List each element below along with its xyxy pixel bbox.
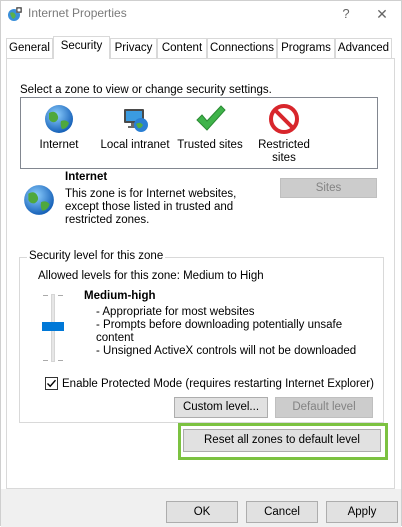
detail-line: - Unsigned ActiveX controls will not be … — [96, 345, 357, 357]
tab-advanced[interactable]: Advanced — [335, 38, 392, 58]
zone-label: Restricted — [258, 139, 310, 151]
help-button[interactable]: ? — [331, 3, 361, 25]
cancel-button[interactable]: Cancel — [246, 501, 318, 523]
custom-level-button[interactable]: Custom level... — [174, 397, 268, 418]
tab-connections[interactable]: Connections — [207, 38, 277, 58]
checkmark-icon — [196, 105, 226, 131]
security-level-details: - Appropriate for most websites - Prompt… — [96, 306, 366, 358]
checkmark-icon — [47, 379, 57, 388]
zone-label: Trusted sites — [177, 139, 243, 151]
description-line: restricted zones. — [65, 214, 150, 226]
ok-button[interactable]: OK — [166, 501, 238, 523]
tab-programs[interactable]: Programs — [277, 38, 335, 58]
selected-zone-name: Internet — [65, 171, 108, 183]
zone-list: Internet Local intranet Trusted sites Re… — [20, 97, 378, 169]
slider-tick — [58, 295, 63, 296]
restricted-icon — [269, 104, 299, 134]
security-level-slider-thumb[interactable] — [42, 322, 64, 331]
globe-icon — [24, 185, 54, 215]
detail-line: content — [96, 332, 134, 344]
zone-label: Local intranet — [100, 139, 170, 151]
tab-security[interactable]: Security — [53, 36, 110, 59]
tab-content[interactable]: Content — [157, 38, 207, 58]
zone-prompt: Select a zone to view or change security… — [20, 84, 272, 96]
detail-line: - Prompts before downloading potentially… — [96, 319, 343, 331]
slider-tick — [58, 360, 63, 361]
internet-properties-dialog: Internet Properties ? ✕ General Security… — [0, 0, 402, 527]
protected-mode-row[interactable]: Enable Protected Mode (requires restarti… — [45, 377, 374, 390]
zone-label: sites — [272, 152, 296, 164]
globe-icon — [45, 105, 73, 133]
reset-all-zones-button[interactable]: Reset all zones to default level — [183, 429, 381, 452]
close-button[interactable]: ✕ — [367, 3, 397, 25]
tab-privacy[interactable]: Privacy — [110, 38, 157, 58]
zone-label: Internet — [39, 139, 79, 151]
zone-local-intranet[interactable]: Local intranet — [97, 103, 173, 152]
description-line: This zone is for Internet websites, — [65, 188, 237, 200]
internet-options-icon — [8, 7, 22, 21]
apply-button[interactable]: Apply — [326, 501, 398, 523]
window-title: Internet Properties — [28, 6, 127, 20]
default-level-button[interactable]: Default level — [275, 397, 373, 418]
zone-restricted-sites[interactable]: Restricted sites — [253, 103, 315, 165]
protected-mode-checkbox[interactable] — [45, 377, 58, 390]
allowed-levels-text: Allowed levels for this zone: Medium to … — [38, 270, 264, 282]
slider-tick — [43, 295, 48, 296]
security-level-name: Medium-high — [84, 290, 156, 302]
title-bar[interactable]: Internet Properties ? ✕ — [1, 1, 401, 27]
protected-mode-label[interactable]: Enable Protected Mode (requires restarti… — [62, 378, 374, 390]
zone-trusted-sites[interactable]: Trusted sites — [176, 103, 244, 152]
sites-button[interactable]: Sites — [280, 178, 377, 198]
tab-general[interactable]: General — [6, 38, 53, 58]
zone-internet[interactable]: Internet — [29, 103, 89, 152]
description-line: except those listed in trusted and — [65, 201, 234, 213]
detail-line: - Appropriate for most websites — [96, 306, 255, 318]
security-level-legend: Security level for this zone — [27, 250, 166, 262]
network-computer-icon — [124, 109, 148, 132]
slider-tick — [43, 360, 48, 361]
selected-zone-description: This zone is for Internet websites, exce… — [65, 188, 265, 227]
